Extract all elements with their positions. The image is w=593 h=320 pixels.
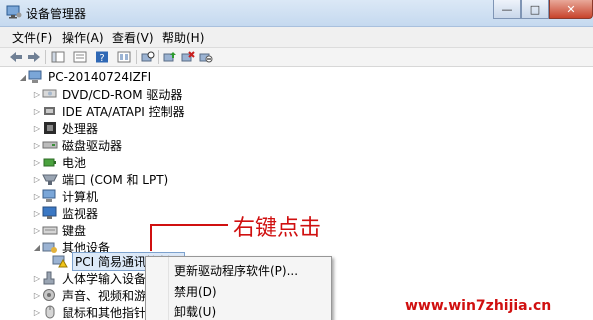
menu-action[interactable]: 操作(A) — [62, 29, 104, 46]
scan-hardware-icon[interactable] — [140, 49, 156, 65]
tree-item-processor[interactable]: ▷ 处理器 — [32, 120, 98, 136]
tree-item-label: 计算机 — [62, 189, 99, 204]
mouse-icon — [42, 305, 58, 319]
tree-item-sound[interactable]: ▷ 声音、视频和游戏 — [32, 287, 158, 303]
tree-item-battery[interactable]: ▷ 电池 — [32, 154, 86, 170]
tree-item-ports[interactable]: ▷ 端口 (COM 和 LPT) — [32, 171, 168, 187]
port-icon — [42, 172, 58, 186]
window-controls: — □ ✕ — [493, 0, 593, 20]
other-devices-icon — [42, 240, 58, 254]
collapse-arrow-icon[interactable]: ◢ — [32, 243, 42, 252]
toolbar-separator — [136, 50, 137, 64]
tree-item-label: 声音、视频和游戏 — [62, 288, 159, 303]
tree-item-label: 端口 (COM 和 LPT) — [62, 172, 169, 187]
tree-root-label: PC-20140724IZFI — [48, 70, 152, 84]
monitor-icon — [42, 206, 58, 220]
forward-arrow-icon[interactable] — [26, 49, 42, 65]
toolbar-separator — [45, 50, 46, 64]
menu-view[interactable]: 查看(V) — [112, 29, 154, 46]
tree-item-mouse[interactable]: ▷ 鼠标和其他指针 — [32, 304, 146, 320]
annotation-text: 右键点击 — [233, 216, 322, 241]
expand-arrow-icon[interactable]: ▷ — [32, 158, 42, 167]
menu-bar: 文件(F) 操作(A) 查看(V) 帮助(H) — [0, 27, 593, 48]
device-manager-window: 设备管理器 — □ ✕ 文件(F) 操作(A) 查看(V) 帮助(H) ? ◢ — [0, 0, 593, 320]
menu-help[interactable]: 帮助(H) — [162, 29, 204, 46]
tree-item-label: 磁盘驱动器 — [62, 138, 123, 153]
title-bar: 设备管理器 — □ ✕ — [0, 0, 593, 27]
tree-item-hid[interactable]: ▷ 人体学输入设备 — [32, 270, 146, 286]
expand-arrow-icon[interactable]: ▷ — [32, 274, 42, 283]
tree-root[interactable]: ◢ PC-20140724IZFI — [18, 69, 151, 85]
battery-icon — [42, 155, 58, 169]
expand-arrow-icon[interactable]: ▷ — [32, 107, 42, 116]
close-button[interactable]: ✕ — [549, 0, 593, 19]
maximize-button[interactable]: □ — [521, 0, 549, 19]
disable-device-icon[interactable] — [198, 49, 214, 65]
warning-device-icon — [52, 254, 68, 268]
context-menu: 更新驱动程序软件(P)... 禁用(D) 卸载(U) — [145, 256, 332, 320]
tree-item-computer[interactable]: ▷ 计算机 — [32, 188, 98, 204]
tree-item-label: 人体学输入设备 — [62, 271, 147, 286]
expand-arrow-icon[interactable]: ▷ — [32, 209, 42, 218]
tree-item-label: 电池 — [62, 155, 87, 170]
tree-item-keyboard[interactable]: ▷ 键盘 — [32, 222, 86, 238]
menu-update-driver[interactable]: 更新驱动程序软件(P)... — [174, 262, 298, 279]
show-hide-console-tree-icon[interactable] — [50, 49, 66, 65]
expand-arrow-icon[interactable]: ▷ — [32, 192, 42, 201]
dvd-drive-icon — [42, 87, 58, 101]
back-arrow-icon[interactable] — [8, 49, 24, 65]
disk-drive-icon — [42, 138, 58, 152]
tree-item-monitor[interactable]: ▷ 监视器 — [32, 205, 98, 221]
minimize-button[interactable]: — — [493, 0, 521, 19]
svg-text:?: ? — [99, 53, 104, 63]
processor-icon — [42, 121, 58, 135]
context-menu-gutter — [168, 257, 169, 320]
toolbar: ? — [0, 48, 593, 67]
expand-arrow-icon[interactable]: ▷ — [32, 124, 42, 133]
annotation-line-vertical — [150, 224, 152, 251]
computer-icon — [28, 70, 44, 84]
menu-file[interactable]: 文件(F) — [12, 29, 52, 46]
menu-disable[interactable]: 禁用(D) — [174, 283, 217, 300]
expand-arrow-icon[interactable]: ▷ — [32, 90, 42, 99]
collapse-arrow-icon[interactable]: ◢ — [18, 73, 28, 82]
maximize-icon: □ — [529, 2, 541, 16]
tree-item-dvd[interactable]: ▷ DVD/CD-ROM 驱动器 — [32, 86, 183, 102]
expand-arrow-icon[interactable]: ▷ — [32, 175, 42, 184]
view-icon[interactable] — [116, 49, 132, 65]
expand-arrow-icon[interactable]: ▷ — [32, 291, 42, 300]
ide-controller-icon — [42, 104, 58, 118]
window-title: 设备管理器 — [26, 7, 87, 21]
toolbar-separator — [158, 50, 159, 64]
help-icon[interactable]: ? — [94, 49, 110, 65]
menu-uninstall[interactable]: 卸载(U) — [174, 303, 216, 320]
computer-icon — [42, 189, 58, 203]
expand-arrow-icon[interactable]: ▷ — [32, 308, 42, 317]
annotation-line-horizontal — [150, 224, 228, 226]
tree-item-label: 监视器 — [62, 206, 99, 221]
close-icon: ✕ — [566, 2, 576, 16]
minimize-icon: — — [501, 2, 513, 16]
sound-icon — [42, 288, 58, 302]
tree-item-label: DVD/CD-ROM 驱动器 — [62, 87, 183, 102]
tree-item-label: 鼠标和其他指针 — [62, 305, 147, 320]
tree-item-ide[interactable]: ▷ IDE ATA/ATAPI 控制器 — [32, 103, 185, 119]
expand-arrow-icon[interactable]: ▷ — [32, 226, 42, 235]
watermark: www.win7zhijia.cn — [405, 298, 552, 314]
tree-item-label: IDE ATA/ATAPI 控制器 — [62, 104, 185, 119]
keyboard-icon — [42, 223, 58, 237]
expand-arrow-icon[interactable]: ▷ — [32, 141, 42, 150]
tree-item-label: 处理器 — [62, 121, 99, 136]
tree-item-disk[interactable]: ▷ 磁盘驱动器 — [32, 137, 122, 153]
properties-icon[interactable] — [72, 49, 88, 65]
device-manager-app-icon — [6, 5, 22, 19]
tree-item-label: 键盘 — [62, 223, 87, 238]
hid-icon — [42, 271, 58, 285]
update-driver-icon[interactable] — [162, 49, 178, 65]
uninstall-icon[interactable] — [180, 49, 196, 65]
